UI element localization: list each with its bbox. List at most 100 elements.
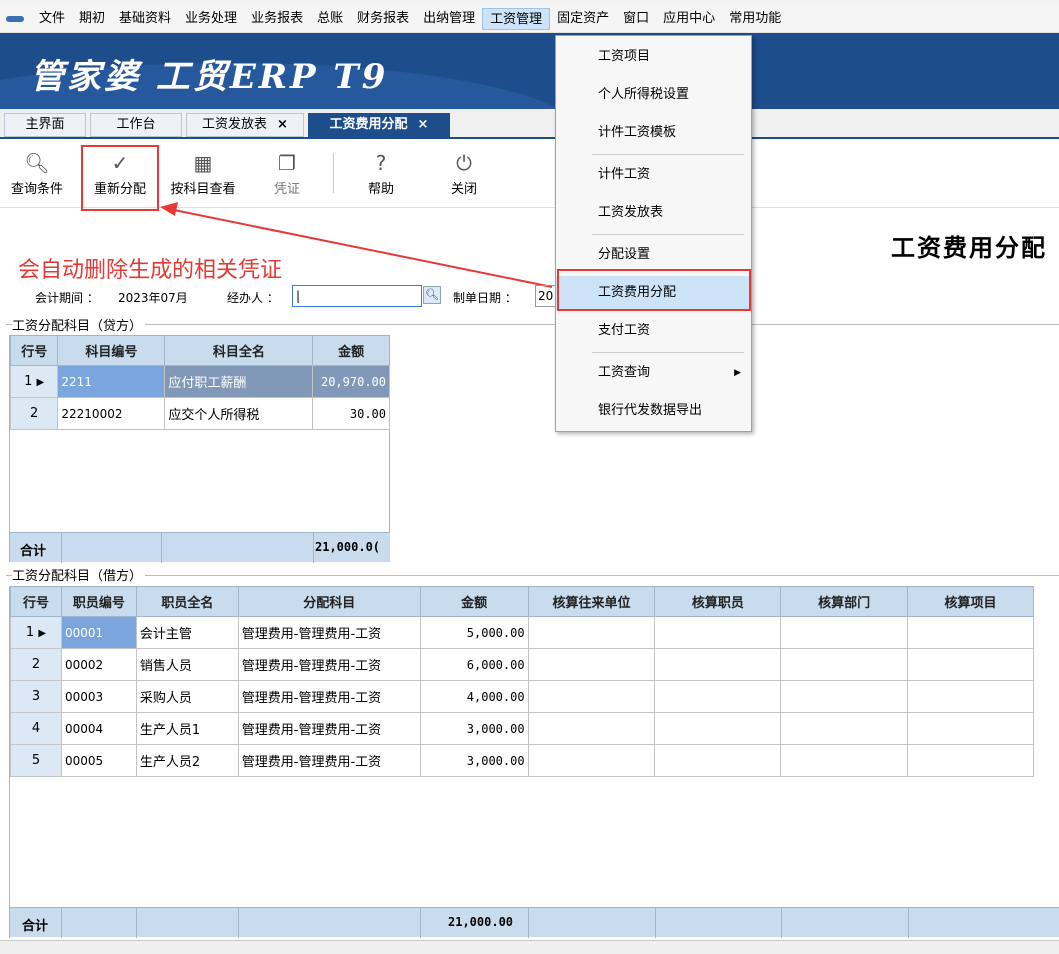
menu-file[interactable]: 文件 — [32, 8, 72, 30]
table-row[interactable]: 2 22210002 应交个人所得税 30.00 — [9, 397, 390, 430]
amount-cell[interactable]: 4,000.00 — [419, 680, 529, 713]
menu-ledger[interactable]: 总账 — [310, 8, 350, 30]
amount-cell[interactable]: 20,970.00 — [312, 365, 390, 398]
employee-code-cell[interactable]: 00004 — [60, 712, 137, 745]
subject-name-cell[interactable]: 应付职工薪酬 — [164, 365, 314, 398]
credit-col-rowno: 行号 — [9, 335, 59, 366]
partner-cell[interactable] — [527, 712, 656, 745]
menu-item-payroll-sheet[interactable]: 工资发放表 — [556, 196, 751, 230]
amount-cell[interactable]: 6,000.00 — [419, 648, 529, 681]
menu-item-pay-salary[interactable]: 支付工资 — [556, 314, 751, 348]
power-icon: ⏻ — [456, 151, 472, 175]
employee-code-cell[interactable]: 00005 — [60, 744, 137, 777]
staff-cell[interactable] — [654, 712, 782, 745]
menu-app-center[interactable]: 应用中心 — [656, 8, 722, 30]
credit-table: 行号 科目编号 科目全名 金额 1 ▶ 2211 应付职工薪酬 20,970.0… — [9, 335, 390, 430]
annotation-text: 会自动删除生成的相关凭证 — [18, 258, 283, 283]
amount-cell[interactable]: 30.00 — [312, 397, 390, 430]
close-button[interactable]: ⏻ 关闭 — [441, 151, 487, 197]
table-row[interactable]: 2 00002 销售人员 管理费用-管理费用-工资 6,000.00 — [10, 648, 1034, 681]
view-by-subject-button[interactable]: ▦ 按科目查看 — [163, 151, 243, 197]
menu-cashier[interactable]: 出纳管理 — [416, 8, 482, 30]
partner-cell[interactable] — [527, 680, 656, 713]
debit-col-partner: 核算往来单位 — [527, 586, 656, 617]
period-value: 2023年07月 — [118, 291, 188, 305]
menu-item-salary-items[interactable]: 工资项目 — [556, 40, 751, 74]
product-logo: 管家婆 工贸ERP T9 — [30, 57, 389, 97]
tab-salary-cost-allocation[interactable]: 工资费用分配 × — [308, 113, 450, 137]
tab-workbench[interactable]: 工作台 — [90, 113, 182, 137]
dept-cell[interactable] — [780, 680, 909, 713]
dept-cell[interactable] — [780, 616, 909, 649]
close-icon[interactable]: × — [277, 117, 288, 132]
menu-item-salary-query[interactable]: 工资查询 ▶ — [556, 356, 751, 390]
employee-name-cell[interactable]: 采购人员 — [135, 680, 239, 713]
allocation-subject-cell[interactable]: 管理费用-管理费用-工资 — [237, 648, 421, 681]
menu-item-allocation-settings[interactable]: 分配设置 — [556, 238, 751, 272]
employee-name-cell[interactable]: 会计主管 — [135, 616, 239, 649]
menu-common[interactable]: 常用功能 — [722, 8, 788, 30]
amount-cell[interactable]: 3,000.00 — [419, 744, 529, 777]
employee-code-cell[interactable]: 00002 — [60, 648, 137, 681]
menu-item-income-tax-settings[interactable]: 个人所得税设置 — [556, 78, 751, 112]
allocation-subject-cell[interactable]: 管理费用-管理费用-工资 — [237, 712, 421, 745]
tab-home[interactable]: 主界面 — [4, 113, 86, 137]
menu-opening[interactable]: 期初 — [72, 8, 112, 30]
handler-lookup-search-icon[interactable]: 🔍︎ — [423, 286, 441, 304]
menu-basic-data[interactable]: 基础资料 — [112, 8, 178, 30]
project-cell[interactable] — [907, 712, 1034, 745]
employee-name-cell[interactable]: 生产人员1 — [135, 712, 239, 745]
table-row[interactable]: 1 ▶ 2211 应付职工薪酬 20,970.00 — [9, 365, 390, 398]
dept-cell[interactable] — [780, 648, 909, 681]
table-row[interactable]: 5 00005 生产人员2 管理费用-管理费用-工资 3,000.00 — [10, 744, 1034, 777]
menu-payroll[interactable]: 工资管理 — [482, 7, 551, 30]
query-conditions-button[interactable]: 🔍︎ 查询条件 — [5, 151, 69, 197]
table-row[interactable]: 1 ▶ 00001 会计主管 管理费用-管理费用-工资 5,000.00 — [10, 616, 1034, 649]
tab-payroll-sheet[interactable]: 工资发放表 × — [186, 113, 304, 137]
allocation-subject-cell[interactable]: 管理费用-管理费用-工资 — [237, 616, 421, 649]
employee-code-cell[interactable]: 00001 — [60, 616, 137, 649]
amount-cell[interactable]: 5,000.00 — [419, 616, 529, 649]
menu-business[interactable]: 业务处理 — [178, 8, 244, 30]
project-cell[interactable] — [907, 680, 1034, 713]
staff-cell[interactable] — [654, 648, 782, 681]
staff-cell[interactable] — [654, 680, 782, 713]
app-logo-icon — [6, 15, 24, 22]
project-cell[interactable] — [907, 616, 1034, 649]
menu-item-piecework-salary[interactable]: 计件工资 — [556, 158, 751, 192]
menu-fixed-assets[interactable]: 固定资产 — [550, 8, 616, 30]
table-row[interactable]: 4 00004 生产人员1 管理费用-管理费用-工资 3,000.00 — [10, 712, 1034, 745]
employee-name-cell[interactable]: 生产人员2 — [135, 744, 239, 777]
menu-item-piecework-template[interactable]: 计件工资模板 — [556, 116, 751, 150]
header-form: 会计期间 ： 2023年07月 经办人 ： | 🔍︎ 制单日期 ： 20 — [0, 283, 1059, 311]
close-icon[interactable]: × — [418, 117, 429, 132]
subject-name-cell[interactable]: 应交个人所得税 — [164, 397, 314, 430]
credit-total-row: 合计 21,000.0( — [10, 532, 390, 563]
debit-col-amount: 金额 — [419, 586, 529, 617]
credit-col-name: 科目全名 — [164, 335, 314, 366]
subject-code-cell[interactable]: 22210002 — [57, 397, 166, 430]
partner-cell[interactable] — [527, 616, 656, 649]
amount-cell[interactable]: 3,000.00 — [419, 712, 529, 745]
help-button[interactable]: ? 帮助 — [358, 151, 404, 197]
subject-code-cell[interactable]: 2211 — [57, 365, 166, 398]
menu-financial-reports[interactable]: 财务报表 — [350, 8, 416, 30]
allocation-subject-cell[interactable]: 管理费用-管理费用-工资 — [237, 744, 421, 777]
dept-cell[interactable] — [780, 712, 909, 745]
voucher-button[interactable]: ❐ 凭证 — [262, 151, 312, 197]
dept-cell[interactable] — [780, 744, 909, 777]
partner-cell[interactable] — [527, 744, 656, 777]
staff-cell[interactable] — [654, 744, 782, 777]
project-cell[interactable] — [907, 648, 1034, 681]
table-row[interactable]: 3 00003 采购人员 管理费用-管理费用-工资 4,000.00 — [10, 680, 1034, 713]
handler-input[interactable]: | — [292, 285, 422, 307]
employee-name-cell[interactable]: 销售人员 — [135, 648, 239, 681]
menu-item-bank-export[interactable]: 银行代发数据导出 — [556, 394, 751, 428]
project-cell[interactable] — [907, 744, 1034, 777]
partner-cell[interactable] — [527, 648, 656, 681]
allocation-subject-cell[interactable]: 管理费用-管理费用-工资 — [237, 680, 421, 713]
menu-business-reports[interactable]: 业务报表 — [244, 8, 310, 30]
menu-window[interactable]: 窗口 — [616, 8, 656, 30]
employee-code-cell[interactable]: 00003 — [60, 680, 137, 713]
staff-cell[interactable] — [654, 616, 782, 649]
